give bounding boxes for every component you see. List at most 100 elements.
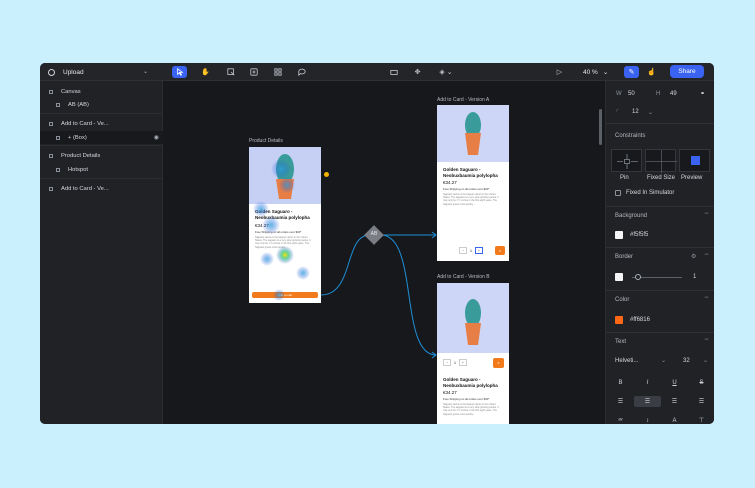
width-input[interactable]: 50 — [628, 91, 635, 97]
quantity-stepper[interactable]: − 1 + — [443, 359, 467, 366]
plus-button[interactable]: + — [474, 247, 483, 254]
bold-button[interactable]: B — [607, 377, 634, 388]
fixed-simulator-checkbox[interactable] — [615, 190, 621, 196]
frame-icon — [49, 121, 53, 126]
quantity-stepper[interactable]: − 1 + — [459, 247, 483, 254]
letter-spacing-icon[interactable]: ᵃᵛ — [607, 415, 634, 424]
select-tool-icon[interactable] — [172, 66, 187, 78]
canvas-scrollbar[interactable] — [599, 109, 602, 145]
design-canvas[interactable]: Product Details Golden Saguaro - Neobuxb… — [164, 81, 598, 424]
fixed-size-label: Fixed Size — [647, 175, 676, 181]
frame-label-version-b: Add to Card - Version B — [437, 274, 490, 280]
radius-input[interactable]: 12 — [632, 109, 639, 115]
frame-tool-icon[interactable] — [223, 66, 238, 78]
size-chevron-icon[interactable]: ⌄ — [703, 357, 708, 364]
more-icon[interactable]: ··· — [704, 336, 709, 343]
frame-label-version-a: Add to Card - Version A — [437, 97, 490, 103]
align-left-icon[interactable]: ☰ — [607, 396, 634, 407]
vertical-align-icon[interactable]: ⊤ — [688, 415, 714, 424]
minus-button[interactable]: − — [459, 247, 467, 254]
quantity-value: 1 — [470, 248, 472, 253]
chevron-down-icon: ⌄ — [142, 69, 148, 75]
interact-mode-icon[interactable]: ☝ — [644, 66, 659, 78]
preview-box[interactable] — [679, 149, 710, 172]
edit-mode-icon[interactable]: ✎ — [624, 66, 639, 78]
border-settings-icon[interactable]: ⚙ — [691, 253, 696, 260]
cart-icon-button[interactable]: ≡ — [495, 246, 505, 255]
play-icon[interactable]: ▷ — [552, 66, 567, 78]
product-details-frame[interactable]: Golden Saguaro - Neobuxbaumia polylopha … — [249, 147, 321, 303]
quantity-value: 1 — [454, 360, 456, 365]
more-icon[interactable]: ··· — [704, 210, 709, 217]
strikethrough-button[interactable]: S — [688, 377, 714, 388]
layer-add-to-card-a[interactable]: Add to Card - Ve... — [40, 117, 163, 130]
more-icon[interactable]: ··· — [704, 251, 709, 258]
shipping-note: Free Shipping on all orders over $30* — [443, 187, 490, 191]
align-justify-icon[interactable]: ☰ — [688, 396, 714, 407]
add-tool-icon[interactable] — [246, 66, 261, 78]
color-title: Color — [615, 297, 630, 303]
minus-button[interactable]: − — [443, 359, 451, 366]
layer-ab[interactable]: AB (AB) — [40, 98, 163, 111]
line-height-icon[interactable]: ↕ — [634, 415, 661, 424]
layer-product-details[interactable]: Product Details — [40, 149, 163, 162]
layer-label: Add to Card - Ve... — [61, 120, 109, 127]
align-right-icon[interactable]: ☰ — [661, 396, 688, 407]
background-hex[interactable]: #f5f5f5 — [630, 232, 648, 238]
move-icon[interactable]: ✥ — [410, 66, 425, 78]
divider — [40, 145, 163, 146]
link-icon[interactable]: ⚭ — [700, 90, 705, 97]
zoom-chevron-icon: ⌄ — [602, 69, 609, 76]
hand-tool-icon[interactable]: ✋ — [198, 66, 213, 78]
font-family-select[interactable]: Helveti... — [615, 358, 638, 364]
layer-canvas[interactable]: Canvas — [40, 85, 163, 98]
share-button[interactable]: Share — [670, 65, 704, 78]
components-tool-icon[interactable] — [270, 66, 285, 78]
layers-dropdown-icon[interactable]: ◈ ⌄ — [436, 66, 456, 78]
product-title: Golden Saguaro - Neobuxbaumia polylopha — [443, 377, 498, 388]
product-price: €34.27 — [443, 180, 457, 185]
layer-plus-box[interactable]: + (Box) ◉ — [40, 131, 163, 144]
background-swatch[interactable] — [615, 231, 623, 239]
comment-tool-icon[interactable] — [294, 66, 309, 78]
top-toolbar: Upload ⌄ ✋ ✥ ◈ ⌄ ▷ 40 % ⌄ ✎ ☝ Share — [40, 63, 714, 81]
fixed-size-box[interactable] — [645, 149, 677, 173]
layer-hotspot[interactable]: Hotspot — [40, 163, 163, 176]
hotspot-marker[interactable] — [324, 172, 329, 177]
version-b-frame[interactable]: − 1 + ≡ Golden Saguaro - Neobuxbaumia po… — [437, 283, 509, 424]
font-chevron-icon[interactable]: ⌄ — [661, 357, 666, 364]
more-icon[interactable]: ··· — [704, 294, 709, 301]
cart-icon-button[interactable]: ≡ — [493, 358, 504, 368]
font-size-input[interactable]: 32 — [683, 358, 690, 364]
frame-icon — [49, 186, 53, 191]
radius-chevron-icon[interactable]: ⌄ — [648, 109, 653, 116]
italic-button[interactable]: I — [634, 377, 661, 388]
product-description: Saguaro cactus is the largest cactus in … — [443, 193, 499, 206]
plus-button[interactable]: + — [458, 359, 467, 366]
upload-menu[interactable]: Upload ⌄ — [40, 63, 162, 81]
layer-label: + (Box) — [68, 134, 87, 141]
border-swatch[interactable] — [615, 273, 623, 281]
align-center-icon[interactable]: ☰ — [634, 396, 661, 407]
height-input[interactable]: 49 — [670, 91, 677, 97]
underline-button[interactable]: U — [661, 377, 688, 388]
fixed-size-icon — [646, 150, 677, 173]
text-case-icon[interactable]: A — [661, 415, 688, 424]
border-slider-handle[interactable] — [635, 274, 641, 280]
layer-add-to-card-b[interactable]: Add to Card - Ve... — [40, 182, 163, 195]
version-a-frame[interactable]: Golden Saguaro - Neobuxbaumia polylopha … — [437, 105, 509, 261]
frame-icon — [56, 102, 60, 107]
layer-label: Product Details — [61, 152, 101, 159]
border-width-value[interactable]: 1 — [693, 274, 696, 280]
preview-label: Preview — [681, 175, 703, 181]
app-window: Upload ⌄ ✋ ✥ ◈ ⌄ ▷ 40 % ⌄ ✎ ☝ Share Canv… — [40, 63, 714, 424]
frame-icon — [56, 135, 60, 140]
zoom-control[interactable]: 40 % ⌄ — [583, 66, 608, 78]
ab-label: AB — [370, 231, 378, 237]
device-frame-icon[interactable] — [386, 66, 401, 78]
eye-icon[interactable]: ◉ — [154, 134, 159, 141]
pin-box[interactable] — [611, 149, 642, 172]
color-swatch[interactable] — [615, 316, 623, 324]
text-title: Text — [615, 339, 627, 345]
color-hex[interactable]: #ff6816 — [630, 317, 650, 323]
